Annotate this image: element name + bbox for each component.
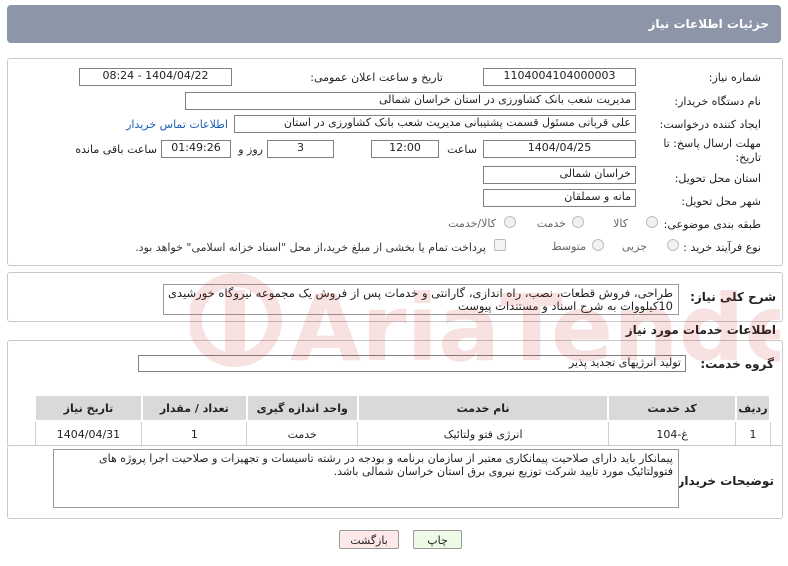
services-table: ردیف کد خدمت نام خدمت واحد اندازه گیری ت… (34, 394, 772, 447)
cell-qty: 1 (141, 420, 248, 447)
deadline-time-label: ساعت (447, 143, 477, 156)
services-section-title: اطلاعات خدمات مورد نیاز (625, 323, 776, 337)
cell-row: 1 (735, 420, 771, 447)
deadline-label: مهلت ارسال پاسخ: تا تاریخ: (663, 137, 761, 164)
category-option-service: خدمت (536, 217, 566, 230)
days-label: روز و (238, 143, 263, 156)
buyer-notes-label: توضیحات خریدار: (672, 474, 774, 488)
days-remaining-field: 3 (267, 140, 334, 158)
print-button[interactable]: چاپ (413, 530, 462, 549)
buyer-notes-line-1: پیمانکار باید دارای صلاحیت پیمانکاری معت… (99, 452, 673, 465)
buyer-notes-line-2: فتوولتائیک مورد تایید شرکت توزیع نیروی ب… (333, 465, 673, 478)
back-button[interactable]: بازگشت (339, 530, 399, 549)
cell-code: غ-104 (607, 420, 737, 447)
need-number-field: 1104004104000003 (483, 68, 636, 86)
creator-label: ایجاد کننده درخواست: (659, 118, 761, 131)
buyer-notes-textarea: پیمانکار باید دارای صلاحیت پیمانکاری معت… (53, 449, 679, 508)
city-field: مانه و سملقان (483, 189, 636, 207)
creator-field: علی قربانی مسئول قسمت پشتیبانی مدیریت شع… (234, 115, 636, 133)
purchase-radio-medium[interactable] (592, 239, 604, 251)
buyer-contact-link[interactable]: اطلاعات تماس خریدار (126, 118, 228, 131)
province-label: استان محل تحویل: (674, 172, 761, 185)
cell-unit: خدمت (246, 420, 359, 447)
col-qty: تعداد / مقدار (140, 394, 248, 422)
description-label: شرح کلی نیاز: (690, 290, 776, 304)
purchase-option-medium: متوسط (551, 240, 586, 253)
city-label: شهر محل تحویل: (681, 195, 761, 208)
table-header-row: ردیف کد خدمت نام خدمت واحد اندازه گیری ت… (34, 394, 772, 422)
service-group-field: تولید انرژیهای تجدید پذیر (138, 355, 686, 372)
remaining-time-label: ساعت باقی مانده (75, 143, 157, 156)
purchase-radio-minor[interactable] (667, 239, 679, 251)
table-row: 1 غ-104 انرژی فتو ولتائیک خدمت 1 1404/04… (34, 420, 771, 447)
col-name: نام خدمت (356, 394, 610, 422)
col-row: ردیف (734, 394, 772, 422)
need-number-label: شماره نیاز: (708, 71, 761, 84)
service-group-label: گروه خدمت: (700, 357, 774, 371)
purchase-type-label: نوع فرآیند خرید : (683, 241, 761, 254)
description-textarea: طراحی، فروش قطعات، نصب، راه اندازی، گارا… (163, 284, 679, 315)
announce-datetime-field: 1404/04/22 - 08:24 (79, 68, 232, 86)
category-radio-goods-service[interactable] (504, 216, 516, 228)
description-line-2: 10کیلووات به شرح اسناد و مستندات پیوست (457, 299, 673, 313)
page-title: جزئیات اطلاعات نیاز (648, 17, 769, 31)
category-label: طبقه بندی موضوعی: (663, 218, 761, 231)
page-header: جزئیات اطلاعات نیاز (7, 5, 781, 43)
treasury-payment-checkbox[interactable] (494, 239, 506, 251)
deadline-time-field: 12:00 (371, 140, 439, 158)
category-radio-service[interactable] (572, 216, 584, 228)
announce-datetime-label: تاریخ و ساعت اعلان عمومی: (310, 71, 443, 84)
treasury-payment-note: پرداخت تمام یا بخشی از مبلغ خرید،از محل … (135, 241, 486, 254)
remaining-time-field: 01:49:26 (161, 140, 231, 158)
category-option-goods-service: کالا/خدمت (448, 217, 496, 230)
buyer-org-field: مدیریت شعب بانک کشاورزی در استان خراسان … (185, 92, 636, 110)
col-code: کد خدمت (607, 394, 737, 422)
province-field: خراسان شمالی (483, 166, 636, 184)
col-unit: واحد اندازه گیری (245, 394, 359, 422)
cell-date: 1404/04/31 (34, 420, 143, 447)
category-option-goods: کالا (613, 217, 628, 230)
buyer-org-label: نام دستگاه خریدار: (674, 95, 761, 108)
deadline-date-field: 1404/04/25 (483, 140, 636, 158)
cell-name: انرژی فتو ولتائیک (357, 420, 609, 447)
category-radio-goods[interactable] (646, 216, 658, 228)
col-date: تاریخ نیاز (34, 394, 143, 422)
purchase-option-minor: جزیی (621, 240, 647, 253)
